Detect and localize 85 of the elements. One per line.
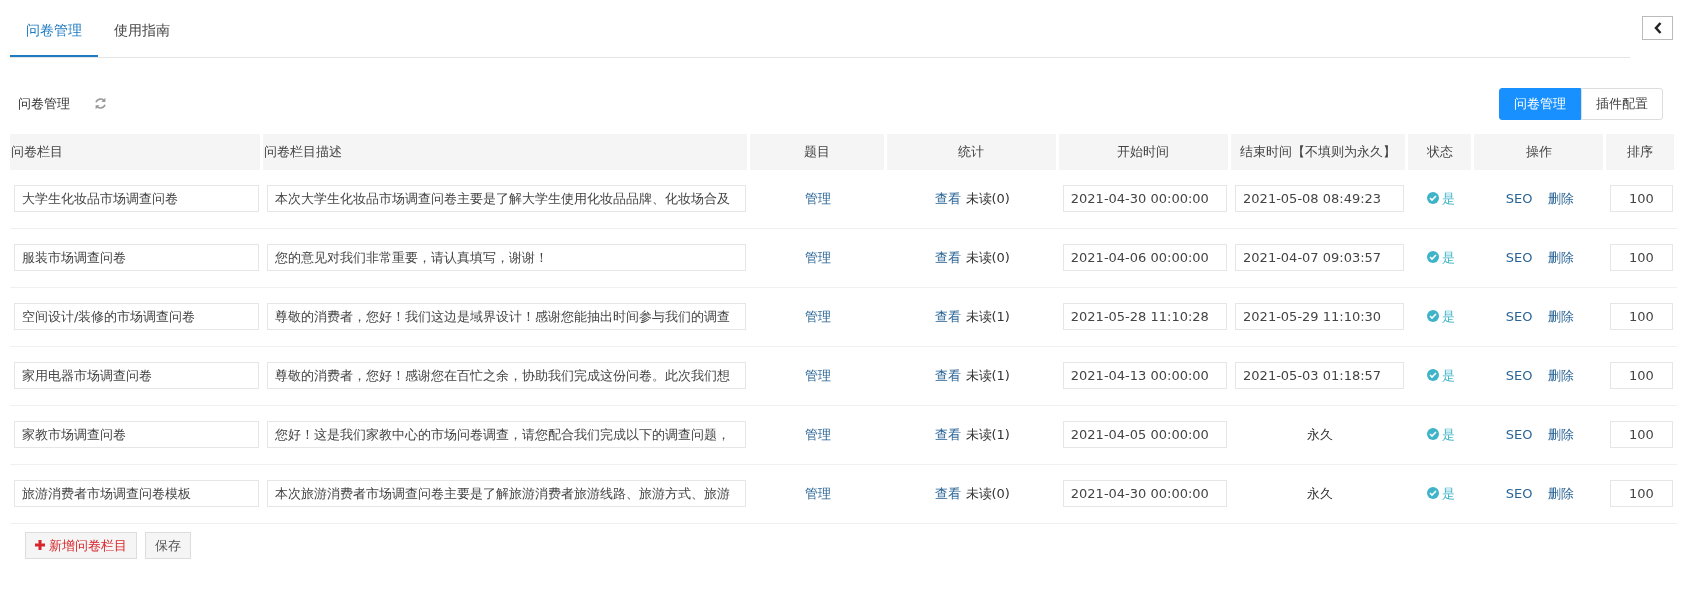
start-time-field[interactable]: 2021-05-28 11:10:28 <box>1062 303 1228 330</box>
column-header: 问卷栏目 <box>11 143 63 159</box>
name-field[interactable]: 家教市场调查问卷 <box>14 421 260 448</box>
manage-link[interactable]: 管理 <box>805 190 832 206</box>
action-link[interactable]: SEO <box>1505 188 1533 209</box>
start-time-field[interactable]: 2021-04-13 00:00:00 <box>1062 362 1228 389</box>
check-circle-icon <box>1427 191 1440 204</box>
tab[interactable]: 使用指南 <box>98 0 186 57</box>
description-field[interactable]: 您的意见对我们非常重要，请认真填写，谢谢！ <box>267 244 746 271</box>
unread-count: 未读(0) <box>965 249 1010 265</box>
add-button[interactable]: 新增问卷栏目 <box>25 531 137 559</box>
action-link[interactable]: SEO <box>1505 483 1533 504</box>
column-header: 排序 <box>1627 143 1653 159</box>
unread-count: 未读(1) <box>965 426 1010 442</box>
action-link[interactable]: SEO <box>1505 306 1533 327</box>
order-field[interactable]: 100 <box>1610 362 1673 389</box>
view-link[interactable]: 查看 <box>935 426 962 442</box>
column-header: 问卷栏目描述 <box>264 143 343 159</box>
start-time-field[interactable]: 2021-04-30 00:00:00 <box>1062 480 1228 507</box>
name-field[interactable]: 家用电器市场调查问卷 <box>14 362 260 389</box>
start-time-field[interactable]: 2021-04-05 00:00:00 <box>1062 421 1228 448</box>
name-field[interactable]: 空间设计/装修的市场调查问卷 <box>14 303 260 330</box>
action-link[interactable]: 删除 <box>1548 424 1575 445</box>
view-toggle-button[interactable]: 插件配置 <box>1581 88 1663 120</box>
check-circle-icon <box>1427 427 1440 440</box>
action-link[interactable]: 删除 <box>1548 188 1575 209</box>
column-header: 状态 <box>1426 143 1453 159</box>
view-link[interactable]: 查看 <box>935 308 962 324</box>
view-link[interactable]: 查看 <box>935 485 962 501</box>
description-field[interactable]: 本次旅游消费者市场调查问卷主要是了解旅游消费者旅游线路、旅游方式、旅游 <box>267 480 746 507</box>
order-field[interactable]: 100 <box>1610 480 1673 507</box>
action-link[interactable]: 删除 <box>1548 483 1575 504</box>
end-time-text: 永久 <box>1306 426 1333 442</box>
tab[interactable]: 问卷管理 <box>10 0 98 57</box>
unread-count: 未读(1) <box>965 367 1010 383</box>
description-field[interactable]: 尊敬的消费者，您好！我们这边是域界设计！感谢您能抽出时间参与我们的调查 <box>267 303 746 330</box>
view-link[interactable]: 查看 <box>935 190 962 206</box>
action-link[interactable]: SEO <box>1505 247 1533 268</box>
unread-count: 未读(0) <box>965 190 1010 206</box>
name-field[interactable]: 旅游消费者市场调查问卷模板 <box>14 480 260 507</box>
check-circle-icon <box>1427 309 1440 322</box>
order-field[interactable]: 100 <box>1610 421 1673 448</box>
action-link[interactable]: SEO <box>1505 365 1533 386</box>
end-time-field[interactable]: 2021-05-08 08:49:23 <box>1235 185 1405 212</box>
manage-link[interactable]: 管理 <box>805 485 832 501</box>
chevron-left-icon <box>1653 22 1662 34</box>
description-field[interactable]: 您好！这是我们家教中心的市场问卷调查，请您配合我们完成以下的调查问题， <box>267 421 746 448</box>
collapse-button[interactable] <box>1642 16 1673 40</box>
action-link[interactable]: 删除 <box>1548 247 1575 268</box>
panel-title: 问卷管理 <box>18 95 70 113</box>
order-field[interactable]: 100 <box>1610 303 1673 330</box>
end-time-field[interactable]: 2021-04-07 09:03:57 <box>1235 244 1405 271</box>
start-time-field[interactable]: 2021-04-06 00:00:00 <box>1062 244 1228 271</box>
manage-link[interactable]: 管理 <box>805 426 832 442</box>
action-link[interactable]: SEO <box>1505 424 1533 445</box>
action-link[interactable]: 删除 <box>1548 365 1575 386</box>
check-circle-icon <box>1427 368 1440 381</box>
end-time-text: 永久 <box>1306 485 1333 501</box>
column-header: 统计 <box>958 143 985 159</box>
view-link[interactable]: 查看 <box>935 367 962 383</box>
refresh-icon[interactable] <box>94 97 107 111</box>
save-button[interactable]: 保存 <box>145 531 191 559</box>
description-field[interactable]: 本次大学生化妆品市场调查问卷主要是了解大学生使用化妆品品牌、化妆场合及 <box>267 185 746 212</box>
column-header: 开始时间 <box>1117 143 1170 159</box>
name-field[interactable]: 服装市场调查问卷 <box>14 244 260 271</box>
column-header: 题目 <box>803 143 830 159</box>
name-field[interactable]: 大学生化妆品市场调查问卷 <box>14 185 260 212</box>
view-link[interactable]: 查看 <box>935 249 962 265</box>
check-circle-icon <box>1427 486 1440 499</box>
end-time-field[interactable]: 2021-05-03 01:18:57 <box>1235 362 1405 389</box>
description-field[interactable]: 尊敬的消费者，您好！感谢您在百忙之余，协助我们完成这份问卷。此次我们想 <box>267 362 746 389</box>
action-link[interactable]: 删除 <box>1548 306 1575 327</box>
column-header: 操作 <box>1525 143 1552 159</box>
start-time-field[interactable]: 2021-04-30 00:00:00 <box>1062 185 1228 212</box>
check-circle-icon <box>1427 250 1440 263</box>
order-field[interactable]: 100 <box>1610 185 1673 212</box>
plus-icon <box>35 539 45 550</box>
end-time-field[interactable]: 2021-05-29 11:10:30 <box>1235 303 1405 330</box>
manage-link[interactable]: 管理 <box>805 367 832 383</box>
unread-count: 未读(0) <box>965 485 1010 501</box>
column-header: 结束时间【不填则为永久】 <box>1240 143 1397 159</box>
manage-link[interactable]: 管理 <box>805 249 832 265</box>
order-field[interactable]: 100 <box>1610 244 1673 271</box>
manage-link[interactable]: 管理 <box>805 308 832 324</box>
unread-count: 未读(1) <box>965 308 1010 324</box>
